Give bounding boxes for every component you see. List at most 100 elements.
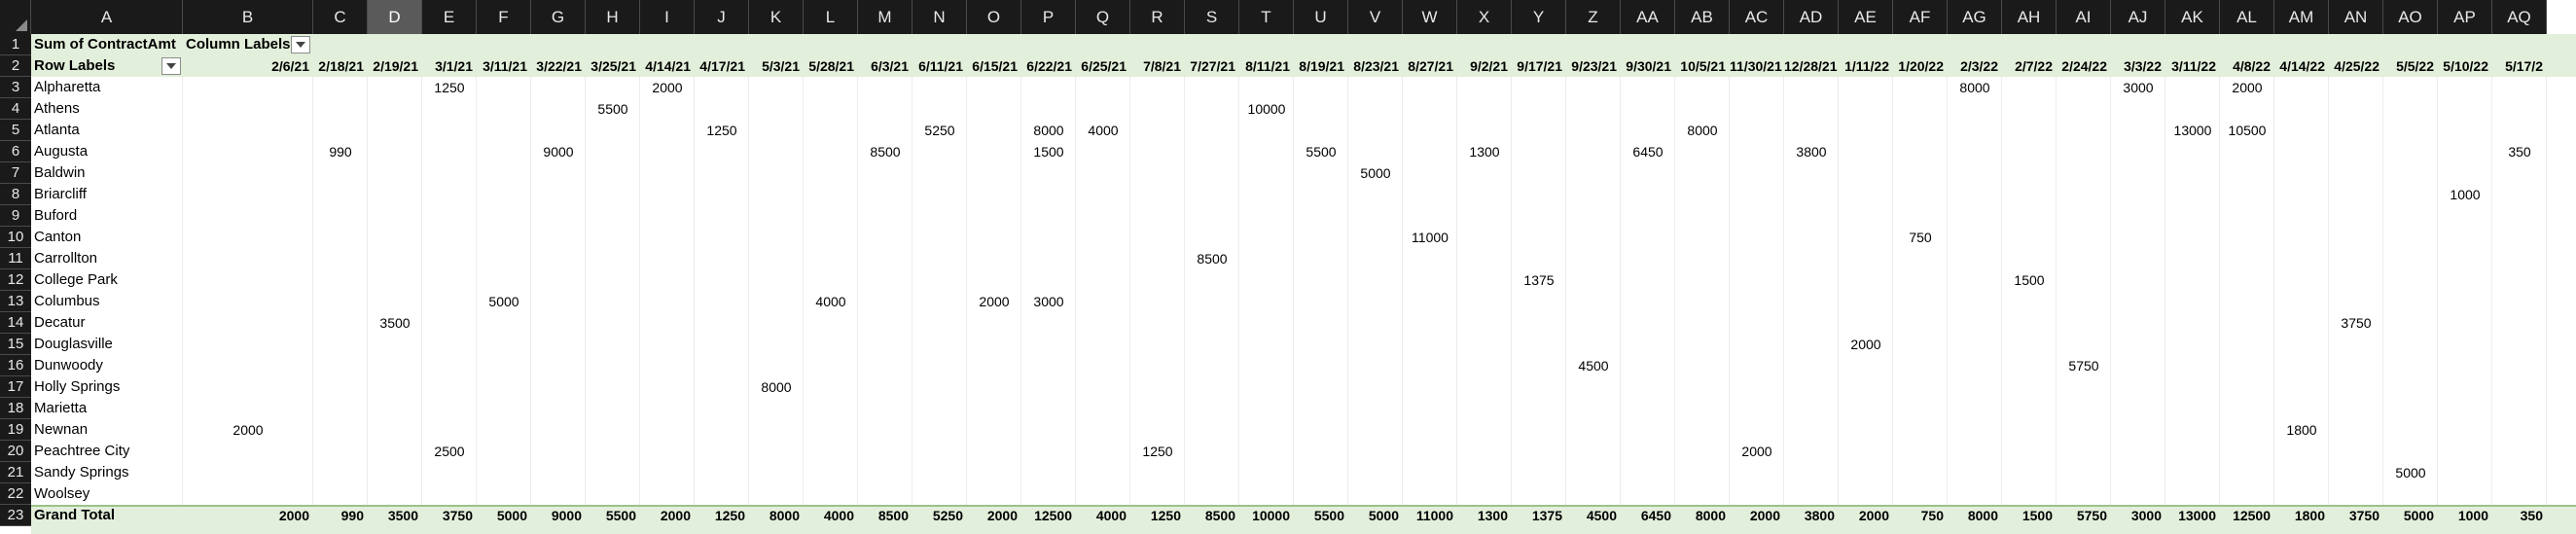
value-cell[interactable]: 10000: [1239, 98, 1294, 120]
row-header-15[interactable]: 15: [0, 334, 31, 355]
row-label-baldwin[interactable]: Baldwin: [34, 162, 86, 184]
grand-total-cell[interactable]: 3750: [422, 505, 473, 526]
grand-total-cell[interactable]: 9000: [531, 505, 582, 526]
value-cell[interactable]: 3750: [2329, 312, 2383, 334]
date-column-header[interactable]: 5/5/22: [2383, 55, 2434, 77]
column-header-af[interactable]: AF: [1893, 0, 1948, 34]
date-column-header[interactable]: 1/11/22: [1839, 55, 1889, 77]
row-label-decatur[interactable]: Decatur: [34, 312, 86, 334]
column-header-h[interactable]: H: [586, 0, 640, 34]
grand-total-cell[interactable]: 5500: [1294, 505, 1344, 526]
value-cell[interactable]: 1250: [695, 120, 749, 141]
row-header-10[interactable]: 10: [0, 227, 31, 248]
date-column-header[interactable]: 3/3/22: [2111, 55, 2162, 77]
grand-total-cell[interactable]: 2000: [1839, 505, 1889, 526]
date-column-header[interactable]: 6/11/21: [912, 55, 963, 77]
value-cell[interactable]: 8500: [858, 141, 912, 162]
row-label-briarcliff[interactable]: Briarcliff: [34, 184, 87, 205]
column-header-x[interactable]: X: [1457, 0, 1512, 34]
column-header-ag[interactable]: AG: [1948, 0, 2002, 34]
date-column-header[interactable]: 7/8/21: [1130, 55, 1181, 77]
row-header-12[interactable]: 12: [0, 269, 31, 291]
column-header-ac[interactable]: AC: [1730, 0, 1784, 34]
date-column-header[interactable]: 6/15/21: [967, 55, 1018, 77]
value-cell[interactable]: 5000: [2383, 462, 2438, 483]
grand-total-cell[interactable]: 4000: [804, 505, 854, 526]
spreadsheet-grid[interactable]: A B C D E F G H I J K L M N O P Q R S T U V W X Y Z AA AB AC AD AE AF AG…: [0, 0, 2576, 534]
value-cell[interactable]: 2000: [1839, 334, 1893, 355]
column-header-o[interactable]: O: [967, 0, 1021, 34]
value-cell[interactable]: 3000: [2111, 77, 2165, 98]
row-label-newnan[interactable]: Newnan: [34, 419, 88, 441]
row-header-23[interactable]: 23: [0, 505, 31, 526]
date-column-header[interactable]: 5/3/21: [749, 55, 800, 77]
grand-total-cell[interactable]: 12500: [1021, 505, 1072, 526]
column-header-c[interactable]: C: [313, 0, 368, 34]
grand-total-cell[interactable]: 1250: [695, 505, 745, 526]
grand-total-cell[interactable]: 3000: [2111, 505, 2162, 526]
value-cell[interactable]: 4500: [1566, 355, 1621, 376]
grand-total-cell[interactable]: 11000: [1403, 505, 1453, 526]
value-cell[interactable]: 4000: [804, 291, 858, 312]
row-label-dunwoody[interactable]: Dunwoody: [34, 355, 103, 376]
row-header-14[interactable]: 14: [0, 312, 31, 334]
value-cell[interactable]: 3800: [1784, 141, 1839, 162]
column-header-v[interactable]: V: [1348, 0, 1403, 34]
grand-total-cell[interactable]: 1500: [2002, 505, 2053, 526]
row-header-4[interactable]: 4: [0, 98, 31, 120]
date-column-header[interactable]: 5/17/2: [2492, 55, 2543, 77]
grand-total-cell[interactable]: 10000: [1239, 505, 1290, 526]
row-label-alpharetta[interactable]: Alpharetta: [34, 77, 100, 98]
grand-total-cell[interactable]: 3800: [1784, 505, 1835, 526]
grand-total-cell[interactable]: 5000: [2383, 505, 2434, 526]
date-column-header[interactable]: 4/25/22: [2329, 55, 2379, 77]
value-cell[interactable]: 5500: [586, 98, 640, 120]
column-header-r[interactable]: R: [1130, 0, 1185, 34]
value-cell[interactable]: 5750: [2057, 355, 2111, 376]
grand-total-cell[interactable]: 990: [313, 505, 364, 526]
row-header-8[interactable]: 8: [0, 184, 31, 205]
column-header-ap[interactable]: AP: [2438, 0, 2492, 34]
column-header-n[interactable]: N: [912, 0, 967, 34]
value-cell[interactable]: 2000: [640, 77, 695, 98]
value-cell[interactable]: 2000: [2220, 77, 2274, 98]
value-cell[interactable]: 5000: [477, 291, 531, 312]
grand-total-cell[interactable]: 12500: [2220, 505, 2271, 526]
row-header-18[interactable]: 18: [0, 398, 31, 419]
date-column-header[interactable]: 2/6/21: [183, 55, 309, 77]
row-label-atlanta[interactable]: Atlanta: [34, 120, 80, 141]
grand-total-cell[interactable]: 1250: [1130, 505, 1181, 526]
column-header-t[interactable]: T: [1239, 0, 1294, 34]
grand-total-cell[interactable]: 4000: [1076, 505, 1127, 526]
row-label-college-park[interactable]: College Park: [34, 269, 118, 291]
row-header-7[interactable]: 7: [0, 162, 31, 184]
date-column-header[interactable]: 11/30/21: [1730, 55, 1782, 77]
column-header-y[interactable]: Y: [1512, 0, 1566, 34]
date-column-header[interactable]: 8/11/21: [1239, 55, 1290, 77]
date-column-header[interactable]: 6/3/21: [858, 55, 909, 77]
column-header-g[interactable]: G: [531, 0, 586, 34]
row-label-carrollton[interactable]: Carrollton: [34, 248, 97, 269]
date-column-header[interactable]: 4/17/21: [695, 55, 745, 77]
column-header-am[interactable]: AM: [2274, 0, 2329, 34]
column-header-l[interactable]: L: [804, 0, 858, 34]
value-cell[interactable]: 13000: [2165, 120, 2220, 141]
row-header-11[interactable]: 11: [0, 248, 31, 269]
value-cell[interactable]: 350: [2492, 141, 2547, 162]
grand-total-cell[interactable]: 5500: [586, 505, 636, 526]
date-column-header[interactable]: 2/18/21: [313, 55, 364, 77]
date-column-header[interactable]: 4/8/22: [2220, 55, 2271, 77]
date-column-header[interactable]: 9/23/21: [1566, 55, 1617, 77]
value-cell[interactable]: 2000: [1730, 441, 1784, 462]
row-header-6[interactable]: 6: [0, 141, 31, 162]
column-labels-filter-button[interactable]: [291, 36, 310, 53]
value-cell[interactable]: 8000: [1948, 77, 2002, 98]
value-cell[interactable]: 9000: [531, 141, 586, 162]
grand-total-cell[interactable]: 3750: [2329, 505, 2379, 526]
grand-total-cell[interactable]: 8500: [858, 505, 909, 526]
value-cell[interactable]: 750: [1893, 227, 1948, 248]
value-cell[interactable]: 8000: [749, 376, 804, 398]
date-column-header[interactable]: 3/25/21: [586, 55, 636, 77]
select-all-corner[interactable]: [0, 0, 31, 34]
column-header-p[interactable]: P: [1021, 0, 1076, 34]
